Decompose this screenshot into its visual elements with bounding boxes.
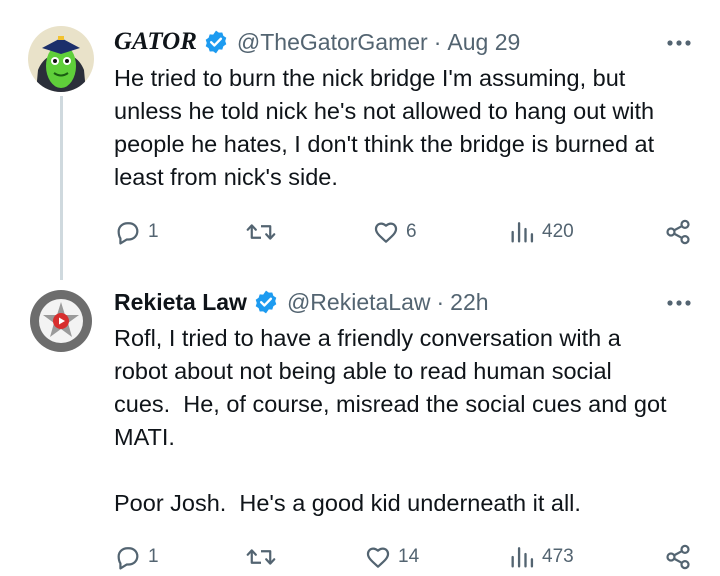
timestamp[interactable]: 22h xyxy=(450,289,488,316)
separator-dot: · xyxy=(433,28,442,55)
reply-icon xyxy=(117,222,139,245)
like-icon xyxy=(374,222,398,243)
author-name[interactable]: GATOR xyxy=(114,28,197,56)
views-icon xyxy=(511,547,534,568)
author-handle[interactable]: @RekietaLaw xyxy=(287,289,431,316)
tweet-text: He tried to burn the nick bridge I'm ass… xyxy=(114,65,655,190)
like-count: 6 xyxy=(406,221,417,242)
action-bar: 1 14 473 xyxy=(114,540,704,574)
timestamp[interactable]: Aug 29 xyxy=(447,29,520,56)
tweet-1[interactable]: GATOR @TheGatorGamer · Aug 29 He tried t… xyxy=(0,0,720,280)
views-count: 473 xyxy=(542,546,574,567)
tweet-text: Rofl, I tried to have a friendly convers… xyxy=(114,325,667,516)
like-button[interactable]: 6 xyxy=(372,215,417,249)
reply-count: 1 xyxy=(148,221,159,242)
like-count: 14 xyxy=(398,546,420,567)
views-icon xyxy=(511,222,534,243)
share-icon xyxy=(666,219,690,245)
like-icon xyxy=(366,547,390,568)
more-options-icon[interactable] xyxy=(666,38,692,48)
tweet-2[interactable]: Rekieta Law @RekietaLaw · 22h Rofl, I tr… xyxy=(0,280,720,576)
avatar-rekieta-law[interactable] xyxy=(28,288,94,354)
views-button[interactable]: 473 xyxy=(508,540,574,574)
author-handle[interactable]: @TheGatorGamer xyxy=(237,29,428,56)
author-name[interactable]: Rekieta Law xyxy=(114,289,247,316)
tweet-header: Rekieta Law @RekietaLaw · 22h xyxy=(114,286,489,318)
share-icon xyxy=(666,544,690,570)
action-bar: 1 6 420 xyxy=(114,215,704,249)
more-options-icon[interactable] xyxy=(666,298,692,308)
verified-badge-icon xyxy=(205,30,227,54)
retweet-button[interactable] xyxy=(246,215,282,249)
avatar-gator[interactable] xyxy=(28,26,94,92)
retweet-icon xyxy=(246,224,276,240)
share-button[interactable] xyxy=(664,215,692,249)
views-count: 420 xyxy=(542,221,574,242)
reply-button[interactable]: 1 xyxy=(114,215,159,249)
like-button[interactable]: 14 xyxy=(364,540,419,574)
views-button[interactable]: 420 xyxy=(508,215,574,249)
reply-icon xyxy=(117,547,139,570)
reply-button[interactable]: 1 xyxy=(114,540,159,574)
share-button[interactable] xyxy=(664,540,692,574)
tweet-header: GATOR @TheGatorGamer · Aug 29 xyxy=(114,26,520,58)
reply-count: 1 xyxy=(148,546,159,567)
retweet-icon xyxy=(246,549,276,565)
separator-dot: · xyxy=(436,288,445,315)
retweet-button[interactable] xyxy=(246,540,282,574)
verified-badge-icon xyxy=(255,290,277,314)
